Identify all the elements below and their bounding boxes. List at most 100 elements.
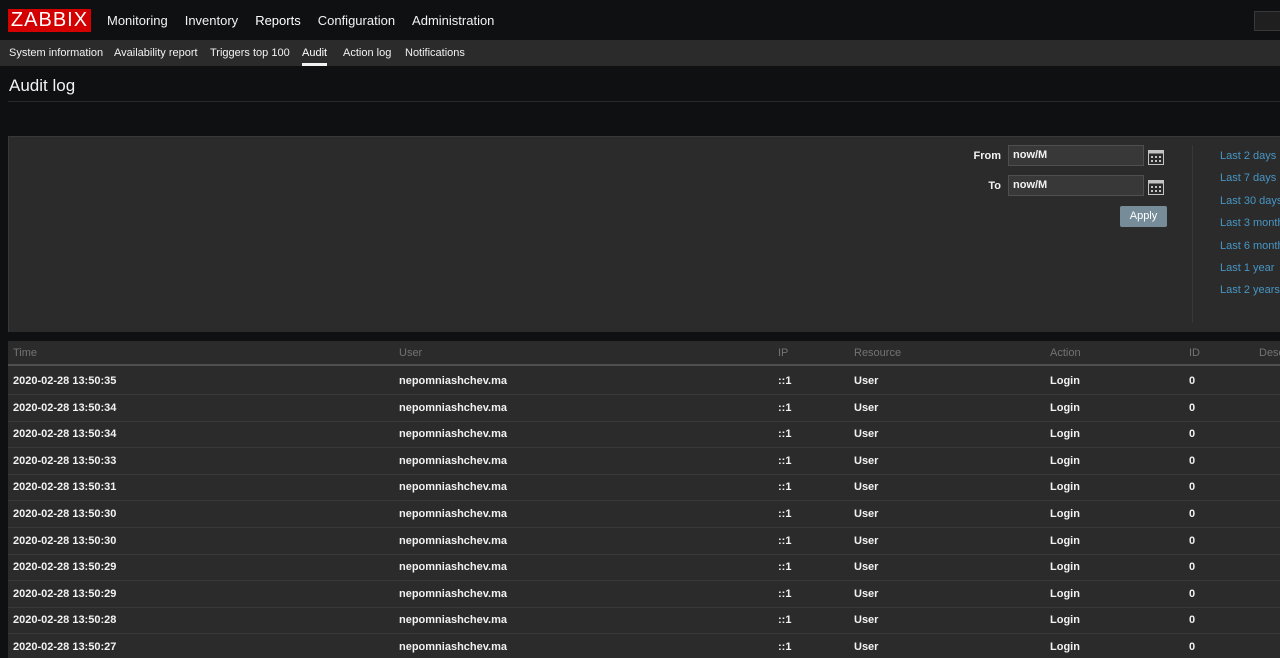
sub-menu-notifications[interactable]: Notifications [405, 41, 465, 65]
cell-resource: User [854, 561, 879, 574]
cell-id: 0 [1189, 454, 1196, 467]
cell-user: nepomniashchev.ma [399, 375, 507, 387]
top-navigation: ZABBIX Monitoring Inventory Reports Conf… [0, 0, 1280, 41]
page-title: Audit log [9, 76, 76, 95]
quick-range-last-2-days[interactable]: Last 2 days [1220, 150, 1276, 162]
cell-resource: User [854, 481, 879, 494]
from-input[interactable]: now/M [1008, 145, 1144, 166]
main-menu-configuration[interactable]: Configuration [318, 0, 395, 41]
cell-action: Login [1050, 561, 1080, 574]
cell-time: 2020-02-28 13:50:27 [13, 641, 117, 653]
cell-ip: ::1 [778, 401, 792, 414]
quick-range-last-3-months[interactable]: Last 3 months [1220, 217, 1280, 229]
cell-id: 0 [1189, 401, 1196, 414]
cell-user: nepomniashchev.ma [399, 401, 507, 414]
cell-time: 2020-02-28 13:50:34 [13, 428, 117, 441]
sub-menu: System information Availability report T… [0, 41, 1280, 66]
main-menu-monitoring[interactable]: Monitoring [107, 0, 168, 41]
to-input[interactable]: now/M [1008, 175, 1144, 196]
quick-range-last-6-months[interactable]: Last 6 months [1220, 240, 1280, 252]
cell-ip: ::1 [778, 534, 792, 547]
table-row: 2020-02-28 13:50:35 nepomniashchev.ma::1 U… [8, 368, 1280, 395]
table-row: 2020-02-28 13:50:34 nepomniashchev.ma::1 U… [8, 421, 1280, 449]
cell-resource: User [854, 641, 879, 653]
audit-table: Time User IP Resource Action ID Desc 202… [8, 341, 1280, 658]
divider [8, 101, 1280, 102]
cell-time: 2020-02-28 13:50:28 [13, 614, 117, 627]
main-menu-administration[interactable]: Administration [412, 0, 494, 41]
cell-user: nepomniashchev.ma [399, 508, 507, 520]
cell-ip: ::1 [778, 614, 792, 627]
cell-time: 2020-02-28 13:50:30 [13, 508, 117, 520]
cell-id: 0 [1189, 481, 1196, 494]
cell-ip: ::1 [778, 428, 792, 441]
column-header-ip: IP [778, 347, 789, 359]
cell-id: 0 [1189, 375, 1196, 387]
cell-resource: User [854, 428, 879, 441]
table-header: Time User IP Resource Action ID Desc [8, 341, 1280, 366]
column-header-resource: Resource [854, 347, 902, 359]
cell-resource: User [854, 614, 879, 627]
column-header-time[interactable]: Time [13, 341, 37, 365]
cell-action: Login [1050, 454, 1080, 467]
main-menu-reports[interactable]: Reports [255, 0, 301, 41]
cell-action: Login [1050, 614, 1080, 627]
cell-id: 0 [1189, 561, 1196, 574]
filter-divider [1192, 145, 1193, 323]
cell-action: Login [1050, 401, 1080, 414]
table-row: 2020-02-28 13:50:33 nepomniashchev.ma::1 U… [8, 448, 1280, 475]
cell-user: nepomniashchev.ma [399, 428, 507, 441]
cell-ip: ::1 [778, 641, 792, 653]
cell-user: nepomniashchev.ma [399, 614, 507, 627]
sub-menu-action-log[interactable]: Action log [343, 41, 391, 65]
cell-time: 2020-02-28 13:50:31 [13, 481, 117, 494]
cell-resource: User [854, 401, 879, 414]
cell-action: Login [1050, 587, 1080, 600]
cell-action: Login [1050, 481, 1080, 494]
cell-action: Login [1050, 534, 1080, 547]
cell-ip: ::1 [778, 481, 792, 494]
cell-user: nepomniashchev.ma [399, 481, 507, 494]
table-row: 2020-02-28 13:50:27 nepomniashchev.ma::1 U… [8, 634, 1280, 658]
cell-resource: User [854, 534, 879, 547]
sub-menu-audit[interactable]: Audit [302, 41, 328, 66]
cell-time: 2020-02-28 13:50:35 [13, 375, 117, 387]
table-row: 2020-02-28 13:50:30 nepomniashchev.ma::1 U… [8, 528, 1280, 555]
cell-time: 2020-02-28 13:50:30 [13, 534, 117, 547]
table-row: 2020-02-28 13:50:30 nepomniashchev.ma::1 U… [8, 501, 1280, 528]
from-calendar-icon[interactable] [1148, 149, 1164, 165]
cell-user: nepomniashchev.ma [399, 587, 507, 600]
cell-time: 2020-02-28 13:50:33 [13, 454, 117, 467]
column-header-user: User [399, 347, 423, 359]
table-row: 2020-02-28 13:50:28 nepomniashchev.ma::1 U… [8, 607, 1280, 635]
to-calendar-icon[interactable] [1148, 179, 1164, 195]
cell-action: Login [1050, 508, 1080, 520]
zabbix-logo[interactable]: ZABBIX [8, 9, 91, 32]
main-menu-inventory[interactable]: Inventory [185, 0, 238, 41]
sub-menu-triggers-top-100[interactable]: Triggers top 100 [210, 41, 290, 65]
table-row: 2020-02-28 13:50:29 nepomniashchev.ma::1 U… [8, 554, 1280, 582]
cell-id: 0 [1189, 534, 1196, 547]
cell-user: nepomniashchev.ma [399, 454, 507, 467]
to-label: To [988, 180, 1001, 192]
cell-id: 0 [1189, 428, 1196, 441]
cell-user: nepomniashchev.ma [399, 641, 507, 653]
cell-ip: ::1 [778, 508, 792, 520]
quick-range-last-7-days[interactable]: Last 7 days [1220, 172, 1276, 184]
search-box[interactable] [1254, 11, 1280, 31]
cell-time: 2020-02-28 13:50:29 [13, 587, 117, 600]
cell-user: nepomniashchev.ma [399, 534, 507, 547]
table-row: 2020-02-28 13:50:31 nepomniashchev.ma::1 U… [8, 474, 1280, 502]
apply-button[interactable]: Apply [1120, 206, 1167, 227]
quick-range-last-30-days[interactable]: Last 30 days [1220, 195, 1280, 207]
sub-menu-availability-report[interactable]: Availability report [114, 41, 198, 65]
cell-id: 0 [1189, 614, 1196, 627]
cell-id: 0 [1189, 641, 1196, 653]
quick-range-last-1-year[interactable]: Last 1 year [1220, 262, 1274, 274]
cell-id: 0 [1189, 508, 1196, 520]
cell-action: Login [1050, 641, 1080, 653]
sub-menu-system-information[interactable]: System information [9, 41, 103, 65]
cell-ip: ::1 [778, 587, 792, 600]
column-header-action: Action [1050, 347, 1081, 359]
quick-range-last-2-years[interactable]: Last 2 years [1220, 284, 1280, 296]
